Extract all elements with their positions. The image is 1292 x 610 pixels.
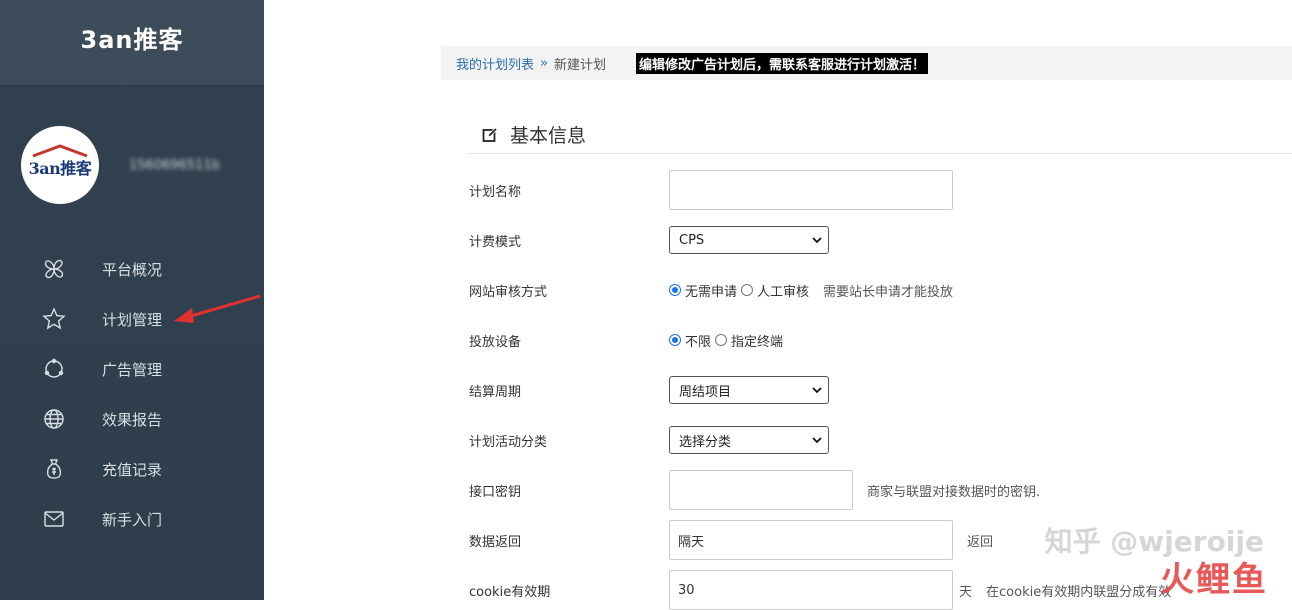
breadcrumb-current: 新建计划	[553, 57, 606, 73]
api-key-input[interactable]	[669, 470, 853, 510]
red-arrow-annotation	[174, 294, 261, 323]
radio-label: 指定终端	[731, 334, 784, 350]
form-row-review: 网站审核方式 无需申请 人工审核 需要站长申请才能投放	[469, 270, 1292, 310]
main-content: 我的计划列表 » 新建计划 编辑修改广告计划后，需联系客服进行计划激活！ 基本信…	[264, 0, 1292, 610]
sidebar-item-overview[interactable]: 平台概况	[0, 244, 264, 294]
field-label: 数据返回	[469, 534, 522, 550]
username: 1560696511b	[129, 157, 220, 173]
chevron-down-icon	[812, 387, 822, 394]
radio-label: 不限	[685, 334, 712, 350]
sidebar: 3an推客 3an推客 1560696511b 平台概况 计划管理 广告管理 效…	[0, 0, 264, 600]
breadcrumb: 我的计划列表 » 新建计划 编辑修改广告计划后，需联系客服进行计划激活！	[441, 46, 1292, 80]
edit-icon	[482, 126, 498, 142]
sidebar-item-label: 计划管理	[102, 310, 163, 329]
logo-roof-icon	[32, 144, 88, 158]
field-label: cookie有效期	[469, 584, 551, 600]
user-profile: 3an推客 1560696511b	[21, 126, 220, 204]
avatar[interactable]: 3an推客	[21, 126, 99, 204]
sidebar-item-recharge[interactable]: 充值记录	[0, 444, 264, 494]
sidebar-item-label: 平台概况	[102, 260, 163, 279]
clover-icon	[44, 259, 64, 279]
cookie-hint: 在cookie有效期内联盟分成有效	[986, 584, 1172, 600]
avatar-logo-text: 3an推客	[28, 159, 92, 178]
money-bag-icon	[46, 459, 62, 479]
activation-notice: 编辑修改广告计划后，需联系客服进行计划激活！	[636, 52, 929, 74]
plan-name-input[interactable]	[669, 170, 953, 210]
select-value: 选择分类	[679, 434, 732, 450]
sidebar-item-label: 充值记录	[102, 460, 163, 479]
review-option-none[interactable]: 无需申请	[669, 281, 737, 300]
device-option-any[interactable]: 不限	[669, 331, 711, 350]
select-value: 周结项目	[679, 384, 732, 400]
section-header: 基本信息	[468, 116, 1292, 154]
review-option-manual[interactable]: 人工审核	[741, 281, 809, 300]
sidebar-item-reports[interactable]: 效果报告	[0, 394, 264, 444]
brand-header: 3an推客	[0, 0, 264, 86]
field-label: 计划活动分类	[469, 434, 548, 450]
field-label: 计费模式	[469, 234, 522, 250]
billing-mode-select[interactable]: CPS	[669, 226, 829, 254]
chevron-down-icon	[812, 437, 822, 444]
cycle-icon	[44, 358, 64, 378]
sidebar-item-guide[interactable]: 新手入门	[0, 494, 264, 544]
device-option-specific[interactable]: 指定终端	[715, 331, 783, 350]
star-icon	[42, 307, 66, 330]
field-label: 接口密钥	[469, 484, 522, 500]
radio-label: 人工审核	[757, 284, 810, 300]
brand-title: 3an推客	[80, 26, 184, 54]
form-row-category: 计划活动分类 选择分类	[469, 420, 1292, 460]
sidebar-item-label: 广告管理	[102, 360, 163, 379]
field-label: 网站审核方式	[469, 284, 548, 300]
form-row-settle: 结算周期 周结项目	[469, 370, 1292, 410]
cookie-unit: 天	[959, 584, 973, 600]
form-row-apikey: 接口密钥 商家与联盟对接数据时的密钥.	[469, 470, 1292, 510]
form-row-device: 投放设备 不限 指定终端	[469, 320, 1292, 360]
data-return-input[interactable]: 隔天	[669, 520, 953, 560]
radio-unchecked[interactable]	[715, 334, 728, 346]
activity-category-select[interactable]: 选择分类	[669, 426, 829, 454]
settlement-cycle-select[interactable]: 周结项目	[669, 376, 829, 404]
select-value: CPS	[679, 232, 705, 248]
mail-icon	[44, 511, 64, 527]
sidebar-item-ads[interactable]: 广告管理	[0, 344, 264, 394]
breadcrumb-plan-list-link[interactable]: 我的计划列表	[456, 54, 534, 73]
section-title: 基本信息	[510, 125, 587, 147]
radio-label: 无需申请	[685, 284, 738, 300]
field-label: 投放设备	[469, 334, 522, 350]
cookie-expiry-input[interactable]: 30	[669, 570, 953, 610]
sidebar-nav: 平台概况 计划管理 广告管理 效果报告 充值记录 新手入门	[0, 244, 264, 544]
input-value: 30	[678, 582, 695, 598]
sidebar-item-label: 效果报告	[102, 410, 163, 429]
form-row-plan-name: 计划名称	[469, 170, 1292, 210]
field-label: 结算周期	[469, 384, 522, 400]
radio-checked[interactable]	[669, 334, 681, 346]
breadcrumb-separator: »	[540, 55, 548, 71]
field-label: 计划名称	[469, 184, 522, 200]
watermark-logo: 火鲤鱼	[1160, 560, 1268, 600]
chevron-down-icon	[812, 237, 822, 244]
radio-checked[interactable]	[669, 284, 681, 296]
input-value: 隔天	[678, 534, 705, 550]
globe-icon	[44, 409, 64, 429]
radio-unchecked[interactable]	[741, 284, 754, 296]
review-hint: 需要站长申请才能投放	[823, 284, 954, 300]
apikey-hint: 商家与联盟对接数据时的密钥.	[867, 484, 1041, 500]
return-hint: 返回	[967, 534, 994, 550]
sidebar-item-label: 新手入门	[102, 510, 163, 529]
form-row-billing: 计费模式 CPS	[469, 220, 1292, 260]
